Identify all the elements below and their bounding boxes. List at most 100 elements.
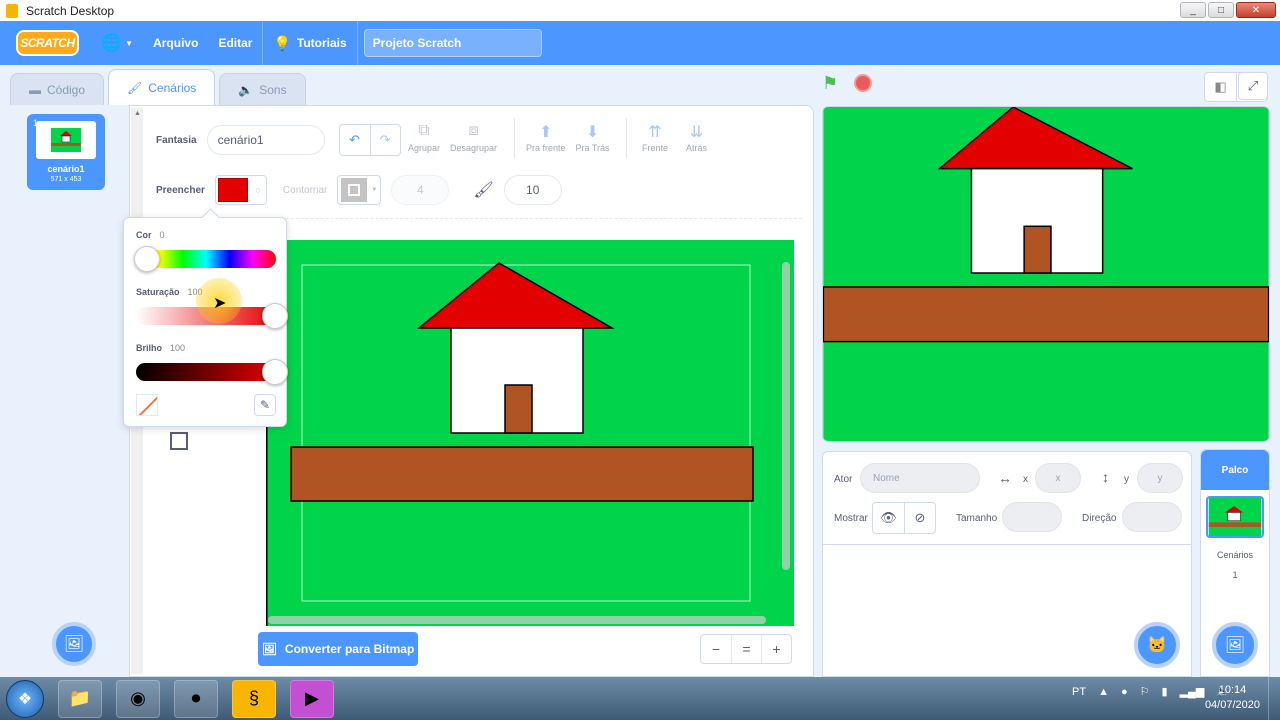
sprite-label: Ator	[834, 474, 853, 485]
horizontal-arrows-icon: ↔	[998, 470, 1012, 486]
paint-canvas[interactable]	[266, 240, 794, 626]
group-button[interactable]: ⧉ Agrupar	[408, 122, 440, 153]
avast-icon[interactable]: ●	[1121, 686, 1128, 698]
language-indicator[interactable]: PT	[1072, 686, 1086, 698]
sprite-name-input[interactable]: Nome	[860, 463, 980, 493]
eyedropper-icon[interactable]: ✎	[254, 394, 276, 416]
minimize-button[interactable]: _	[1180, 2, 1206, 18]
group-icon: ⧉	[418, 122, 430, 139]
recorder-icon[interactable]: ⏺	[174, 679, 218, 718]
undo-icon[interactable]: ↶	[340, 125, 370, 155]
costume-name-label: Fantasia	[156, 134, 197, 146]
rectangle-tool-icon[interactable]	[170, 432, 188, 450]
clock[interactable]: 10:14 04/07/2020	[1205, 683, 1260, 713]
tab-sounds-label: Sons	[259, 82, 287, 97]
lightbulb-icon: 💡	[273, 34, 291, 51]
front-button[interactable]: ⇈ Frente	[642, 122, 668, 153]
convert-to-bitmap-button[interactable]: 🖼 Converter para Bitmap	[258, 632, 418, 666]
brightness-slider[interactable]	[136, 359, 288, 385]
direction-label: Direção	[1082, 513, 1117, 524]
hue-slider-handle[interactable]	[134, 246, 160, 272]
road-rectangle[interactable]	[290, 446, 754, 502]
stage-thumbnail	[1206, 496, 1264, 538]
scratch-taskbar-icon[interactable]: §	[232, 679, 276, 718]
y-position-input[interactable]: y	[1137, 463, 1183, 493]
fill-color-button[interactable]: ◌	[214, 175, 267, 205]
file-explorer-icon[interactable]: 📁	[58, 679, 102, 718]
tab-code[interactable]: ▬ Código	[10, 73, 105, 105]
signal-icon[interactable]: ▂▄▆	[1180, 685, 1205, 698]
brush-size-input[interactable]: 10	[503, 175, 562, 205]
size-input[interactable]	[1002, 502, 1062, 532]
backdrops-count: 1	[1232, 570, 1238, 580]
x-position-input[interactable]: x	[1035, 463, 1081, 493]
flag-icon[interactable]: ⚐	[1140, 685, 1150, 698]
chrome-icon[interactable]: ◉	[116, 679, 160, 718]
tab-costumes[interactable]: 🖌 Cenários	[108, 69, 216, 105]
tutorials-label: Tutoriais	[296, 36, 347, 50]
scratch-logo[interactable]: SCRATCH	[16, 30, 79, 56]
stage-panel-title: Palco	[1201, 450, 1269, 490]
file-menu[interactable]: Arquivo	[143, 21, 208, 65]
stage-controls: ⚑	[822, 73, 872, 93]
zoom-reset-icon[interactable]: =	[731, 635, 761, 663]
redo-icon[interactable]: ↷	[369, 125, 400, 155]
canvas-vertical-scrollbar[interactable]	[782, 262, 790, 570]
image-icon: 🖼	[261, 642, 277, 656]
image-plus-icon: 🖼	[63, 636, 85, 653]
start-button-icon[interactable]: ❖	[6, 679, 44, 718]
show-desktop-button[interactable]	[1268, 677, 1280, 720]
costume-name-input[interactable]: cenário1	[206, 125, 325, 155]
add-backdrop-button[interactable]: 🖼	[52, 622, 96, 666]
editor-toolbar-row1: Fantasia cenário1 ↶ ↷	[156, 124, 401, 156]
ungroup-button[interactable]: ⧈ Desagrupar	[450, 122, 497, 153]
tutorials-menu[interactable]: 💡 Tutoriais	[263, 21, 356, 65]
tray-expand-icon[interactable]: ▲	[1098, 686, 1109, 698]
direction-input[interactable]	[1122, 502, 1182, 532]
group-label: Agrupar	[408, 143, 441, 153]
network-icon[interactable]: ▮	[1162, 685, 1168, 698]
menu-divider	[356, 21, 358, 65]
brightness-slider-handle[interactable]	[262, 359, 288, 385]
brush-icon: 🖌	[473, 182, 494, 199]
costume-tile[interactable]: 1 cenário1 571 x 453	[27, 114, 105, 190]
canvas-horizontal-scrollbar[interactable]	[268, 616, 766, 624]
mode-tools	[168, 428, 188, 450]
back-button[interactable]: ⇊ Atrás	[686, 122, 707, 153]
project-title-input[interactable]: Projeto Scratch	[363, 29, 542, 57]
back-label: Atrás	[686, 143, 708, 153]
fill-label: Preencher	[156, 184, 205, 196]
arrow-up-icon: ⬆	[539, 124, 553, 141]
front-back-tools: ⇈ Frente ⇊ Atrás	[642, 122, 707, 153]
outline-color-button[interactable]: ▼	[337, 175, 382, 205]
video-app-icon[interactable]: ▶	[290, 679, 334, 718]
add-sprite-button[interactable]: 🐱	[1134, 622, 1180, 668]
edit-menu[interactable]: Editar	[208, 21, 262, 65]
saturation-slider-handle[interactable]	[262, 303, 288, 329]
outline-width-input[interactable]: 4	[391, 175, 450, 205]
no-fill-icon[interactable]	[136, 394, 158, 416]
forward-button[interactable]: ⬆ Pra frente	[526, 122, 566, 153]
stop-icon[interactable]	[854, 74, 872, 92]
tab-sounds[interactable]: 🔈 Sons	[219, 73, 306, 105]
arrow-top-icon: ⇈	[648, 124, 662, 141]
green-flag-icon[interactable]: ⚑	[822, 73, 842, 93]
fullscreen-icon[interactable]: ⤢	[1238, 72, 1268, 100]
group-tools: ⧉ Agrupar ⧈ Desagrupar	[408, 122, 497, 153]
zoom-out-icon[interactable]: −	[701, 635, 731, 663]
house-door[interactable]	[504, 384, 533, 434]
maximize-button[interactable]: □	[1208, 2, 1234, 18]
zoom-in-icon[interactable]: +	[761, 635, 791, 663]
brightness-value: 100	[170, 343, 186, 353]
backward-button[interactable]: ⬇ Pra Trás	[576, 122, 610, 153]
eye-slash-icon[interactable]: ⊘	[904, 503, 935, 533]
small-stage-icon[interactable]: ◧	[1205, 73, 1236, 101]
close-button[interactable]: ✕	[1236, 2, 1276, 18]
eye-icon[interactable]: 👁	[873, 503, 904, 533]
hue-slider[interactable]	[134, 246, 276, 272]
add-backdrop-stage-button[interactable]: 🖼	[1212, 622, 1258, 668]
image-plus-icon: 🖼	[1224, 637, 1246, 654]
language-menu[interactable]: 🌐 ▼	[91, 21, 143, 65]
stage-view[interactable]	[822, 106, 1270, 442]
window-controls: _ □ ✕	[1180, 2, 1276, 18]
